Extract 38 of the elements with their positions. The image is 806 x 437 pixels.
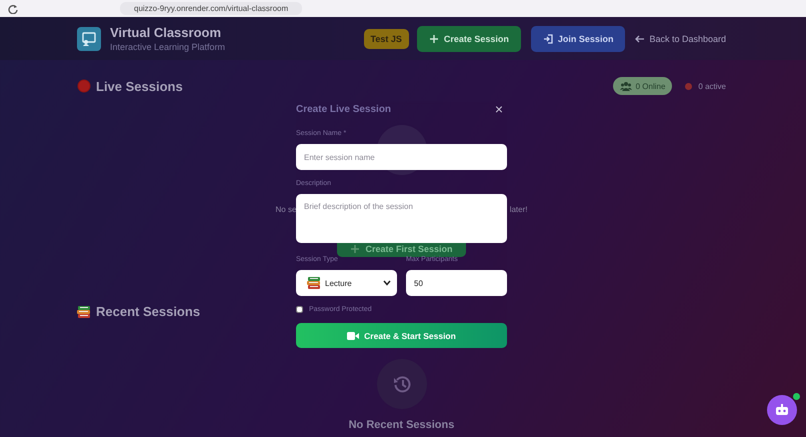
section-title: Recent Sessions	[96, 304, 200, 319]
online-dot-icon	[793, 393, 800, 400]
books-icon	[77, 304, 91, 318]
back-link[interactable]: Back to Dashboard	[635, 34, 726, 44]
chevron-down-icon	[383, 280, 391, 286]
users-icon	[620, 81, 632, 91]
plus-icon	[428, 34, 439, 44]
active-count: 0 active	[698, 82, 726, 90]
session-type-dropdown[interactable]: Lecture	[296, 270, 397, 296]
empty-message: No se	[276, 205, 296, 214]
join-button[interactable]: Join Session	[530, 26, 626, 52]
create-button[interactable]: Create Session	[416, 26, 521, 52]
books-icon	[307, 276, 321, 290]
address-bar[interactable]: quizzo-9ryy.onrender.com/virtual-classroom	[0, 0, 806, 17]
history-icon	[392, 375, 410, 393]
max-participants-field[interactable]: 50	[406, 270, 507, 296]
presentation-icon	[77, 26, 101, 50]
chatbot-button[interactable]	[767, 395, 797, 425]
record-icon	[77, 79, 91, 93]
close-button[interactable]: ×	[490, 102, 507, 116]
online-badge: 0 Online	[612, 77, 672, 95]
app-title: Virtual Classroom	[110, 25, 222, 40]
session-name-field[interactable]: Enter session name	[296, 144, 507, 170]
arrow-left-icon	[635, 34, 646, 44]
url-text: quizzo-9ryy.onrender.com/virtual-classroom	[120, 2, 302, 15]
empty-title: No Recent Sessions	[348, 419, 454, 431]
section-title: Live Sessions	[96, 78, 183, 94]
reload-icon	[8, 4, 18, 14]
modal-title: Create Live Session	[296, 104, 392, 114]
login-icon	[542, 34, 553, 44]
password-checkbox[interactable]	[296, 306, 303, 313]
video-camera-icon	[347, 332, 360, 340]
status-dot-icon	[685, 82, 692, 90]
app-subtitle: Interactive Learning Platform	[110, 42, 226, 52]
robot-icon	[775, 404, 789, 416]
empty-message: later!	[510, 205, 528, 214]
plus-icon	[350, 244, 360, 254]
description-field[interactable]: Brief description of the session	[296, 194, 507, 243]
